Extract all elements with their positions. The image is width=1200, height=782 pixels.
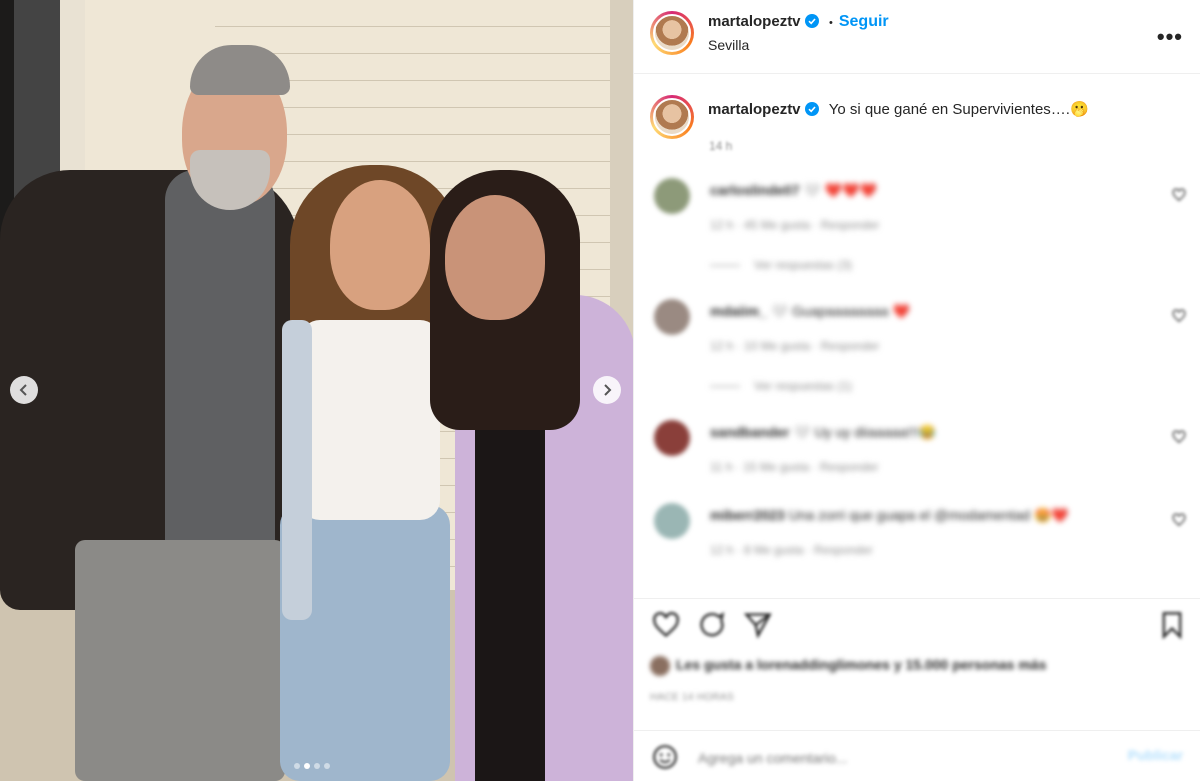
comment-meta[interactable]: 12 h · 8 Me gusta · Responder	[710, 543, 873, 557]
carousel-prev-button[interactable]	[10, 376, 38, 404]
comment-icon[interactable]	[698, 611, 726, 639]
view-replies-text: Ver respuestas (3)	[754, 258, 853, 272]
likes-summary[interactable]: Les gusta a lorenaddinglimones y 15.000 …	[650, 656, 1046, 676]
carousel-dot	[304, 763, 310, 769]
comment-avatar[interactable]	[654, 503, 690, 539]
post-photo[interactable]	[0, 0, 633, 781]
header-username[interactable]: martalopeztv	[708, 13, 801, 30]
comment-text: 🤍 Guapaaaaaaaa ❤️	[770, 303, 910, 319]
verified-icon	[804, 102, 819, 116]
man-jeans	[75, 540, 285, 781]
caption-timestamp: 14 h	[709, 139, 733, 153]
carousel-dot	[314, 763, 320, 769]
comment-meta[interactable]: 12 h · 45 Me gusta · Responder	[710, 218, 879, 232]
more-icon[interactable]: •••	[1157, 24, 1183, 50]
comment-avatar[interactable]	[654, 299, 690, 335]
woman-center-face	[330, 180, 430, 310]
comment-avatar[interactable]	[654, 420, 690, 456]
view-replies-link[interactable]: Ver respuestas (3)	[710, 258, 852, 272]
bookmark-icon[interactable]	[1158, 611, 1186, 639]
liker-avatar	[650, 656, 670, 676]
man-sweater	[165, 170, 275, 550]
share-icon[interactable]	[744, 611, 772, 639]
caption-avatar	[653, 98, 691, 136]
comment-line: mdaiim_ 🤍 Guapaaaaaaaa ❤️	[710, 303, 910, 320]
avatar-story-ring[interactable]	[650, 11, 694, 55]
header-separator: •	[828, 17, 833, 29]
follow-button[interactable]: Seguir	[839, 13, 889, 30]
comment-meta[interactable]: 11 h · 15 Me gusta · Responder	[710, 460, 879, 474]
comment-text: 🤍 ❤️❤️❤️	[803, 182, 878, 198]
caption-avatar-ring[interactable]	[650, 95, 694, 139]
avatar	[653, 14, 691, 52]
chevron-right-icon	[604, 384, 612, 396]
location-link[interactable]: Sevilla	[708, 37, 749, 53]
woman-center-top	[300, 320, 440, 520]
add-comment-bar: Publicar	[634, 730, 1200, 782]
comment-line: sandbander 🤍 Uy uy diiaaaaa!!!😂	[710, 424, 936, 441]
comment-heart-icon[interactable]	[1172, 513, 1186, 527]
comment-line: carloslinde07 🤍 ❤️❤️❤️	[710, 182, 877, 199]
carousel-dot	[324, 763, 330, 769]
comment-username[interactable]: sandbander	[710, 424, 789, 440]
chevron-left-icon	[19, 384, 27, 396]
comment-username[interactable]: miberr2023	[710, 507, 785, 523]
caption-username[interactable]: martalopeztv	[708, 101, 801, 118]
caption-text: Yo si que gané en Supervivientes….	[828, 101, 1070, 118]
comment-input[interactable]	[696, 746, 1100, 770]
caption: martalopeztv Yo si que gané en Supervivi…	[708, 99, 1200, 121]
comment-line: miberr2023 Una zorri que guapa el @modam…	[710, 507, 1069, 524]
likes-text: Les gusta a lorenaddinglimones y 15.000 …	[676, 656, 1047, 673]
comment-username[interactable]: carloslinde07	[710, 182, 800, 198]
comment-heart-icon[interactable]	[1172, 188, 1186, 202]
post-date: HACE 14 HORAS	[650, 692, 734, 703]
action-bar	[634, 598, 1200, 651]
woman-right-face	[445, 195, 545, 320]
woman-right-dress	[475, 390, 545, 781]
caption-emoji: 🫢	[1069, 101, 1089, 118]
verified-icon	[804, 14, 819, 28]
comment-heart-icon[interactable]	[1172, 430, 1186, 444]
post-side-panel: martalopeztv • Seguir Sevilla ••• martalo…	[633, 0, 1200, 781]
comment-username[interactable]: mdaiim_	[710, 303, 767, 319]
carousel-dot	[294, 763, 300, 769]
heart-icon[interactable]	[652, 611, 680, 639]
publish-button[interactable]: Publicar	[1128, 747, 1183, 763]
woman-center-cardigan	[282, 320, 312, 620]
carousel-dots	[294, 763, 330, 769]
comment-avatar[interactable]	[654, 178, 690, 214]
comment-text: Una zorri que guapa el @modamentad 🤩❤️	[788, 507, 1069, 523]
emoji-icon[interactable]	[652, 744, 678, 770]
view-replies-link[interactable]: Ver respuestas (1)	[710, 379, 852, 393]
post-header: martalopeztv • Seguir Sevilla •••	[634, 0, 1200, 74]
comment-meta[interactable]: 12 h · 10 Me gusta · Responder	[710, 339, 879, 353]
carousel-next-button[interactable]	[593, 376, 621, 404]
view-replies-text: Ver respuestas (1)	[754, 379, 853, 393]
comment-heart-icon[interactable]	[1172, 309, 1186, 323]
comment-text: 🤍 Uy uy diiaaaaa!!!😂	[793, 424, 937, 440]
